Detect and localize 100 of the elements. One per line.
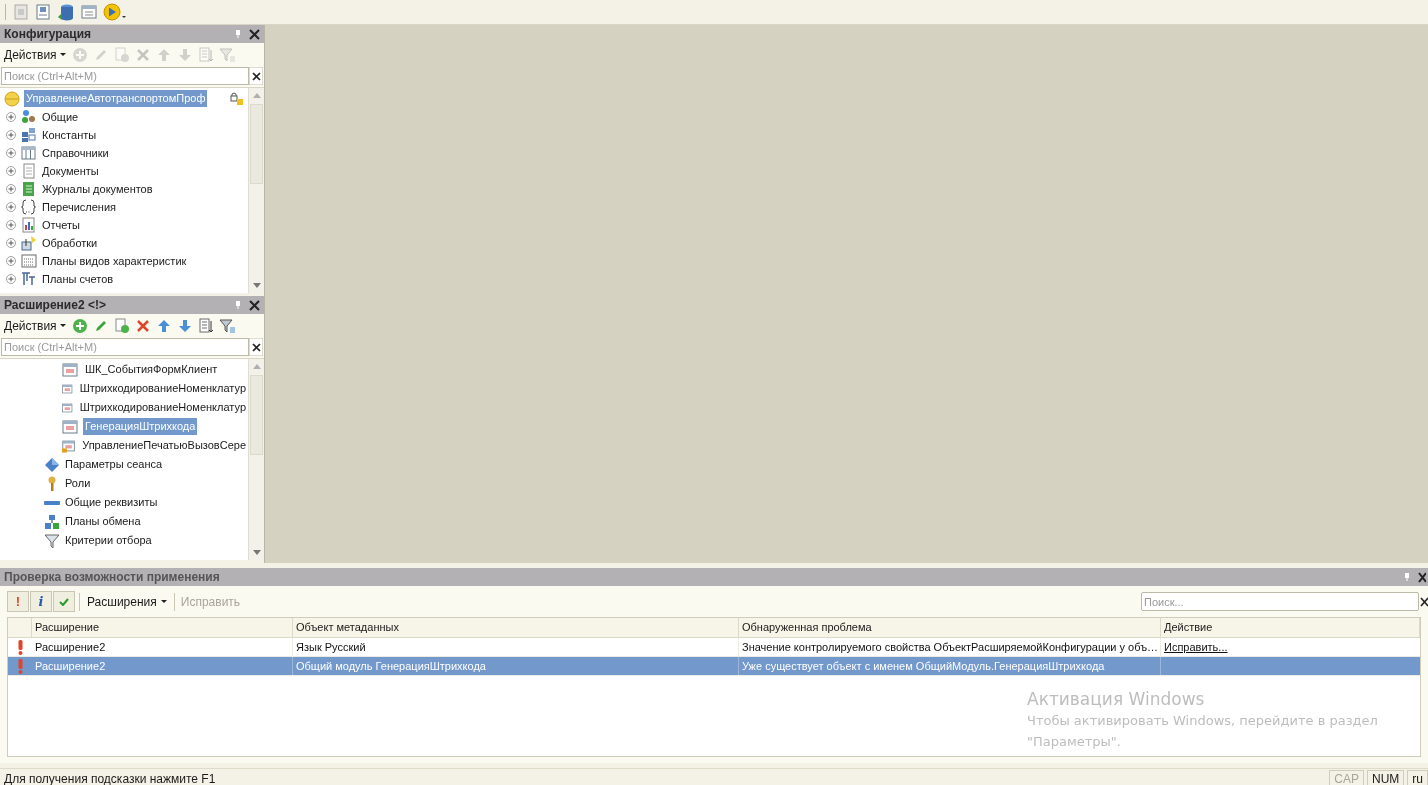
expand-icon[interactable] xyxy=(6,238,16,248)
sphere-icon xyxy=(4,90,20,107)
exchange-nodes-icon xyxy=(44,513,60,530)
shapes-icon xyxy=(21,109,37,125)
tree-item[interactable]: Журналы документов xyxy=(42,180,153,198)
activation-message: Чтобы активировать Windows, перейдите в раздел "Параметры". xyxy=(1027,712,1379,751)
list-sort-icon[interactable] xyxy=(197,318,214,334)
pin-icon[interactable] xyxy=(1404,573,1410,581)
module-server-icon xyxy=(62,437,76,454)
activation-title: Активация Windows xyxy=(1027,688,1206,710)
table-cell-text: Язык Русский xyxy=(296,639,366,655)
toolbar-grip-icon xyxy=(4,4,7,20)
ok-filter-button[interactable] xyxy=(53,591,75,612)
run-icon[interactable] xyxy=(103,3,129,21)
pin-icon[interactable] xyxy=(235,30,241,38)
clear-icon[interactable] xyxy=(249,338,263,356)
expand-icon[interactable] xyxy=(6,166,16,176)
tree-item[interactable]: Справочники xyxy=(42,144,109,162)
close-icon[interactable] xyxy=(1418,571,1426,583)
scrollbar-thumb[interactable] xyxy=(250,104,263,184)
status-indicator: CAP xyxy=(1329,769,1364,785)
database-icon[interactable] xyxy=(57,3,75,21)
error-icon xyxy=(17,639,23,655)
expand-icon[interactable] xyxy=(6,274,16,284)
tree-item[interactable]: Константы xyxy=(42,126,97,144)
clear-icon[interactable] xyxy=(1420,595,1428,608)
scrollbar[interactable] xyxy=(248,88,264,293)
tree-item[interactable]: ШтрихкодированиеНоменклатур xyxy=(77,399,248,416)
tree-item[interactable]: Общие реквизиты xyxy=(65,494,158,511)
tree-item[interactable]: Отчеты xyxy=(42,216,81,234)
scrollbar[interactable] xyxy=(248,359,264,560)
column-header[interactable]: Обнаруженная проблема xyxy=(739,618,1161,637)
tree-item[interactable]: Общие xyxy=(42,108,79,126)
expand-icon[interactable] xyxy=(6,202,16,212)
errors-filter-button[interactable]: ! xyxy=(7,591,29,612)
checkmark-icon xyxy=(59,597,69,606)
chart-of-accounts-icon xyxy=(21,271,37,287)
close-icon[interactable] xyxy=(249,28,260,40)
filter-icon xyxy=(44,532,60,549)
delete-icon[interactable] xyxy=(134,47,151,63)
journal-icon xyxy=(21,181,37,197)
table-cell-text: Расширение2 xyxy=(35,658,106,674)
column-header[interactable]: Расширение xyxy=(32,618,293,637)
diamond-icon xyxy=(44,456,60,473)
window-icon[interactable] xyxy=(81,4,97,20)
pin-icon[interactable] xyxy=(235,301,241,309)
panel-title: Проверка возможности применения xyxy=(4,569,220,586)
tree-item[interactable]: Планы счетов xyxy=(42,270,114,288)
tree-item[interactable]: ШтрихкодированиеНоменклатур xyxy=(77,380,248,397)
error-icon xyxy=(17,658,23,674)
extensions-menu[interactable]: Расширения xyxy=(84,592,170,611)
fix-link[interactable]: Исправить... xyxy=(1164,638,1228,656)
tree-item[interactable]: УправлениеПечатьюВызовСере xyxy=(80,437,248,454)
table-icon xyxy=(21,145,37,161)
tree-item[interactable]: ШК_СобытияФормКлиент xyxy=(83,361,220,378)
table-cell-text: Общий модуль ГенерацияШтрихкода xyxy=(296,658,486,674)
table-cell-text: Значение контролируемого свойства ОбъектРасширяемойКонфигурации у объ… xyxy=(742,639,1159,655)
column-header[interactable]: Действие xyxy=(1161,618,1420,637)
dash-icon xyxy=(44,500,60,505)
actions-menu[interactable]: Действия xyxy=(3,46,67,64)
document-icon xyxy=(21,163,37,179)
filter-icon[interactable] xyxy=(218,318,235,334)
tree-item[interactable]: Параметры сеанса xyxy=(65,456,163,473)
expand-icon[interactable] xyxy=(6,112,16,122)
tree-item[interactable]: Планы видов характеристик xyxy=(42,252,187,270)
expand-icon[interactable] xyxy=(6,256,16,266)
status-hint: Для получения подсказки нажмите F1 xyxy=(3,770,217,785)
info-filter-button[interactable]: i xyxy=(30,591,52,612)
panel-title: Конфигурация xyxy=(4,26,92,43)
close-icon[interactable] xyxy=(249,299,260,311)
processing-icon xyxy=(21,235,37,251)
expand-icon[interactable] xyxy=(6,184,16,194)
tree-item[interactable]: Обработки xyxy=(42,234,98,252)
table-cell-text: Расширение2 xyxy=(35,639,106,655)
delete-icon[interactable] xyxy=(134,318,151,334)
actions-menu[interactable]: Действия xyxy=(3,317,67,335)
caret-icon xyxy=(160,599,167,604)
search-field[interactable]: Поиск... xyxy=(1141,592,1419,611)
tree-item[interactable]: Перечисления xyxy=(42,198,116,216)
caret-icon xyxy=(59,324,66,328)
expand-icon[interactable] xyxy=(6,148,16,158)
tree-item[interactable]: Документы xyxy=(42,162,99,180)
scrollbar-thumb[interactable] xyxy=(250,375,263,455)
copy-icon[interactable] xyxy=(113,318,130,334)
lock-icon xyxy=(230,91,244,106)
column-header[interactable]: Объект метаданных xyxy=(293,618,739,637)
report-icon xyxy=(21,217,37,233)
panel-title: Расширение2 <!> xyxy=(4,297,106,314)
tree-item[interactable]: Роли xyxy=(65,475,91,492)
expand-icon[interactable] xyxy=(6,220,16,230)
tree-item[interactable]: Планы обмена xyxy=(65,513,141,530)
tree-item[interactable]: Критерии отбора xyxy=(65,532,152,549)
form-icon[interactable] xyxy=(35,4,51,20)
expand-icon[interactable] xyxy=(6,130,16,140)
caret-icon xyxy=(59,53,66,57)
clear-icon[interactable] xyxy=(249,67,263,85)
status-indicator: NUM xyxy=(1367,769,1405,785)
table-cell-text: Уже существует объект с именем ОбщийМодуль.ГенерацияШтрихкода xyxy=(742,658,1105,674)
add-icon[interactable] xyxy=(71,318,88,334)
status-indicator: ru xyxy=(1407,769,1428,785)
